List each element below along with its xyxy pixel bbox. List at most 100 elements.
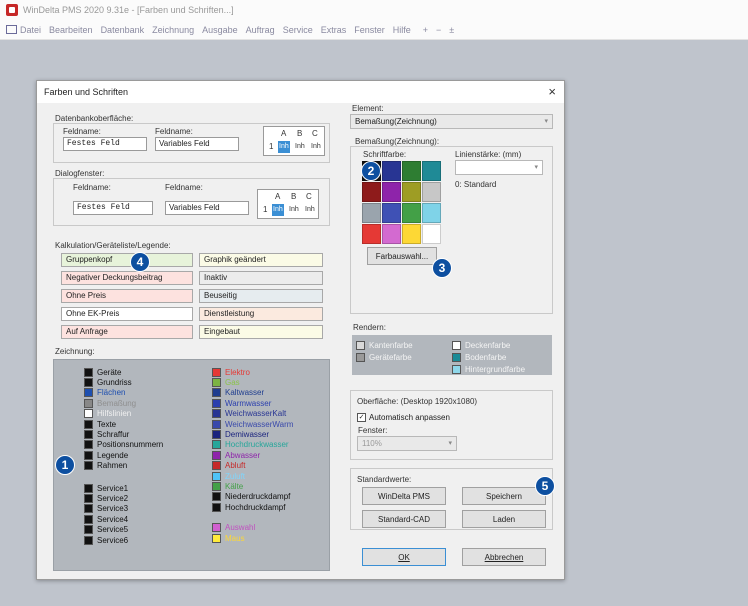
auto-adjust-checkbox[interactable]: ✓ Automatisch anpassen [357, 411, 450, 423]
palette-color[interactable] [362, 203, 381, 223]
ok-button[interactable]: OK [362, 548, 446, 566]
menu-bearbeiten[interactable]: Bearbeiten [49, 25, 93, 35]
windelta-pms-button[interactable]: WinDelta PMS [362, 487, 446, 505]
palette-color[interactable] [402, 203, 421, 223]
row-number: 1 [269, 142, 274, 151]
color-swatch [452, 364, 461, 374]
calc-item[interactable]: Inaktiv [199, 271, 323, 285]
zeichnung-item-label: Texte [97, 419, 117, 429]
palette-color[interactable] [382, 182, 401, 202]
close-icon[interactable]: × [548, 84, 556, 99]
linienstaerke-select[interactable]: ▾ [455, 160, 543, 175]
palette-color[interactable] [402, 182, 421, 202]
checkbox-checked[interactable]: ✓ [357, 412, 366, 422]
palette-color[interactable] [382, 203, 401, 223]
standard-cad-button[interactable]: Standard-CAD [362, 510, 446, 528]
menu-minus[interactable]: − [436, 25, 441, 35]
rendern-item-label: Bodenfarbe [465, 352, 507, 362]
zeichnung-item-label: Flächen [97, 388, 126, 398]
color-swatch [212, 502, 221, 512]
calc-item[interactable]: Eingebaut [199, 325, 323, 339]
menu-auftrag[interactable]: Auftrag [246, 25, 275, 35]
calc-item[interactable]: Graphik geändert [199, 253, 323, 267]
dialogwin-abc-preview[interactable]: A B C 1 Inh Inh Inh [257, 189, 319, 219]
rendern-item[interactable]: Hintergrundfarbe [452, 363, 525, 375]
dialogwin-variable-field[interactable]: Variables Feld [165, 201, 249, 215]
cell: Inh [289, 206, 299, 213]
calc-item[interactable]: Gruppenkopf [61, 253, 193, 267]
palette-color[interactable] [402, 161, 421, 181]
color-swatch [212, 481, 221, 491]
menu-datenbank[interactable]: Datenbank [101, 25, 145, 35]
palette-color[interactable] [382, 224, 401, 244]
menu-datei[interactable]: Datei [20, 25, 41, 35]
menu-plusminus[interactable]: ± [449, 25, 454, 35]
color-swatch [84, 388, 93, 398]
db-variable-field[interactable]: Variables Feld [155, 137, 239, 151]
zeichnung-item[interactable]: Service6 [84, 534, 128, 546]
palette-color[interactable] [422, 203, 441, 223]
linienstaerke-label: Linienstärke: (mm) [455, 150, 522, 159]
palette-color[interactable] [362, 224, 381, 244]
menu-fenster[interactable]: Fenster [354, 25, 385, 35]
speichern-button[interactable]: Speichern [462, 487, 546, 505]
zeichnung-item-label: Bemaßung [97, 398, 137, 408]
rendern-item[interactable]: Kantenfarbe [356, 339, 413, 351]
zeichnung-item-label: Service2 [97, 493, 129, 503]
palette-color[interactable] [382, 161, 401, 181]
laden-button[interactable]: Laden [462, 510, 546, 528]
calc-item[interactable]: Auf Anfrage [61, 325, 193, 339]
menu-service[interactable]: Service [283, 25, 313, 35]
menu-plus[interactable]: + [423, 25, 428, 35]
zeichnung-item[interactable]: Maus [212, 532, 245, 544]
calc-item[interactable]: Negativer Deckungsbeitrag [61, 271, 193, 285]
db-fieldname-label-1: Feldname: [63, 127, 101, 136]
document-icon[interactable] [6, 25, 17, 34]
zeichnung-item[interactable]: Hochdruckdampf [212, 501, 285, 513]
zeichnung-item-label: WeichwasserKalt [225, 409, 287, 419]
db-abc-preview[interactable]: A B C 1 Inh Inh Inh [263, 126, 325, 156]
farbauswahl-button[interactable]: Farbauswahl... [367, 247, 437, 265]
color-swatch [212, 450, 221, 460]
dialogwin-fixed-field[interactable]: Festes Feld [73, 201, 153, 215]
palette-color[interactable] [422, 224, 441, 244]
fenster-select[interactable]: 110% ▾ [357, 436, 457, 451]
calc-item[interactable]: Ohne Preis [61, 289, 193, 303]
zeichnung-item-label: Demiwasser [225, 429, 270, 439]
db-group-label: Datenbankoberfläche: [55, 114, 134, 123]
element-select[interactable]: Bemaßung(Zeichnung) ▾ [350, 114, 553, 129]
zeichnung-item-label: Elektro [225, 367, 250, 377]
color-swatch [84, 429, 93, 439]
dialog-title-bar: Farben und Schriften [37, 81, 564, 103]
menu-hilfe[interactable]: Hilfe [393, 25, 411, 35]
color-swatch [84, 440, 93, 450]
color-swatch [84, 525, 93, 535]
palette-color[interactable] [362, 182, 381, 202]
menu-zeichnung[interactable]: Zeichnung [152, 25, 194, 35]
rendern-item[interactable]: Deckenfarbe [452, 339, 510, 351]
rendern-item[interactable]: Gerätefarbe [356, 351, 412, 363]
farben-dialog: Farben und Schriften × Datenbankoberfläc… [36, 80, 565, 580]
color-swatch [212, 461, 221, 471]
menu-extras[interactable]: Extras [321, 25, 347, 35]
rendern-item-label: Deckenfarbe [465, 340, 511, 350]
color-swatch [84, 535, 93, 545]
color-swatch [452, 340, 461, 350]
db-fixed-field[interactable]: Festes Feld [63, 137, 147, 151]
zeichnung-item-label: Abluft [225, 461, 246, 471]
calc-item[interactable]: Ohne EK-Preis [61, 307, 193, 321]
zeichnung-item[interactable]: Rahmen [84, 460, 127, 472]
zeichnung-item-label: Maus [225, 533, 245, 543]
menu-ausgabe[interactable]: Ausgabe [202, 25, 238, 35]
palette-color[interactable] [422, 182, 441, 202]
abbrechen-button[interactable]: Abbrechen [462, 548, 546, 566]
calc-item[interactable]: Beuseitig [199, 289, 323, 303]
palette-color[interactable] [422, 161, 441, 181]
col-a-label: A [275, 192, 281, 201]
palette-color[interactable] [402, 224, 421, 244]
cell: Inh [295, 143, 305, 150]
db-fieldname-label-2: Feldname: [155, 127, 193, 136]
color-swatch [212, 419, 221, 429]
rendern-item[interactable]: Bodenfarbe [452, 351, 506, 363]
calc-item[interactable]: Dienstleistung [199, 307, 323, 321]
